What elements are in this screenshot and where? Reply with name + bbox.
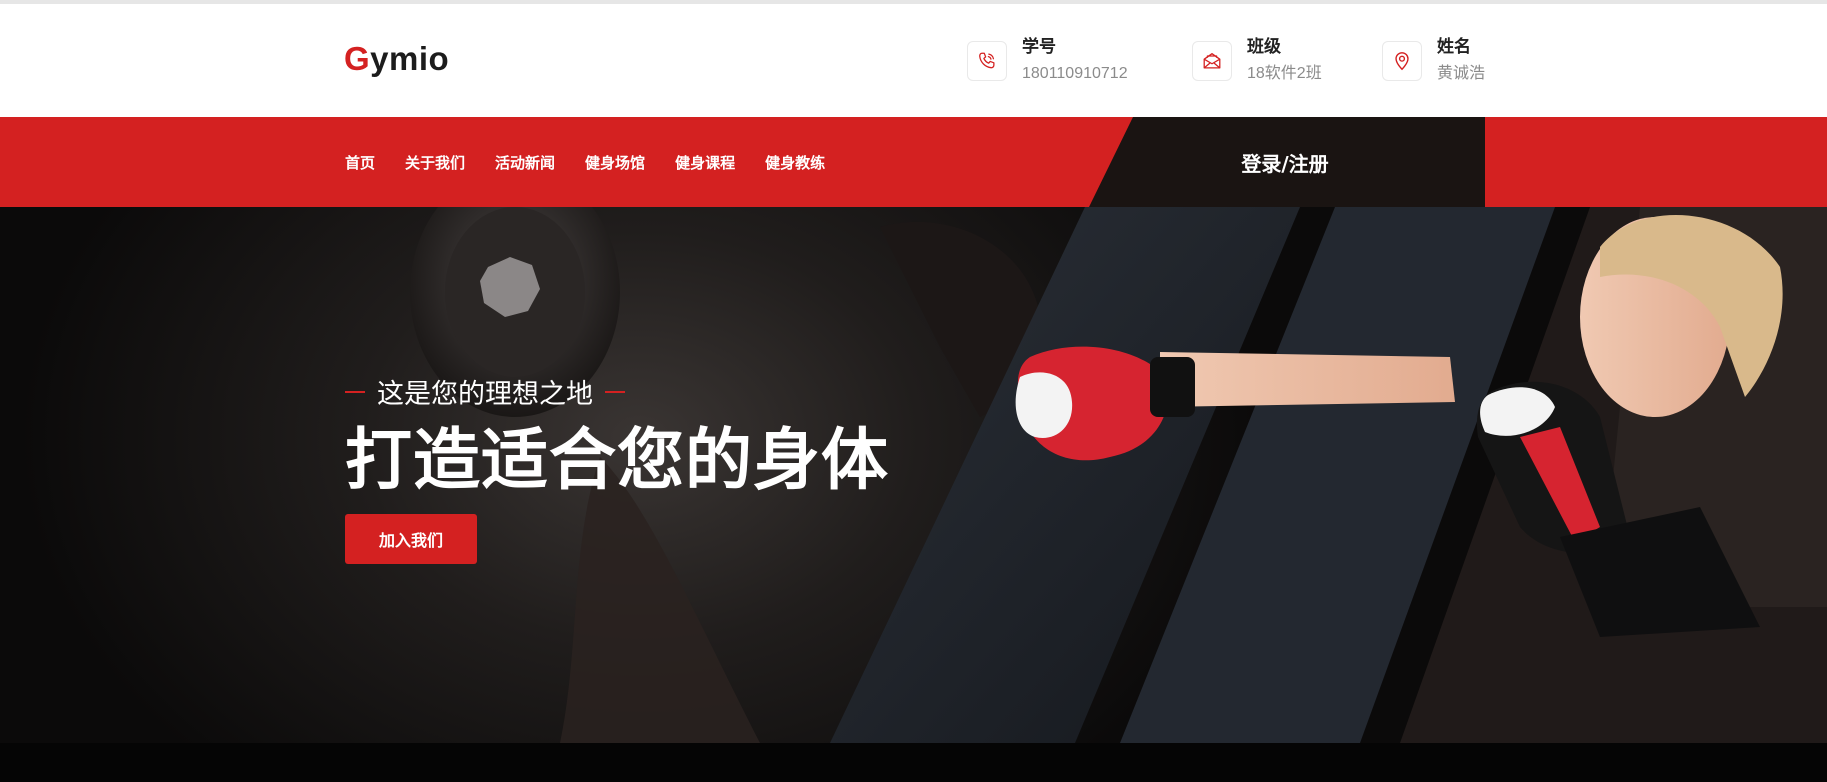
hero-image bbox=[410, 207, 1827, 743]
hero-banner: 这是您的理想之地 打造适合您的身体 加入我们 bbox=[0, 207, 1827, 743]
nav-item-news[interactable]: 活动新闻 bbox=[495, 152, 555, 173]
info-label: 学号 bbox=[1022, 37, 1056, 57]
join-us-button[interactable]: 加入我们 bbox=[345, 514, 477, 564]
subtitle-dash-right bbox=[605, 390, 625, 393]
next-section-strip bbox=[0, 743, 1827, 782]
nav-menu: 首页 关于我们 活动新闻 健身场馆 健身课程 健身教练 bbox=[345, 117, 855, 207]
nav-item-venues[interactable]: 健身场馆 bbox=[585, 152, 645, 173]
brand-logo[interactable]: Gymio bbox=[344, 40, 449, 78]
main-nav: 首页 关于我们 活动新闻 健身场馆 健身课程 健身教练 登录/注册 bbox=[0, 117, 1827, 207]
nav-item-about[interactable]: 关于我们 bbox=[405, 152, 465, 173]
hero-content: 这是您的理想之地 打造适合您的身体 加入我们 bbox=[345, 372, 889, 564]
login-register-button[interactable]: 登录/注册 bbox=[1180, 117, 1390, 207]
info-label: 姓名 bbox=[1437, 37, 1471, 57]
subtitle-dash-left bbox=[345, 390, 365, 393]
info-student-id: 学号 180110910712 bbox=[967, 36, 1128, 85]
info-value: 18软件2班 bbox=[1247, 65, 1322, 82]
info-name: 姓名 黄诚浩 bbox=[1382, 36, 1485, 85]
mail-icon bbox=[1192, 41, 1232, 81]
logo-letter: G bbox=[344, 40, 371, 77]
site-header: Gymio 学号 180110910712 班级 18软件2班 姓名 黄诚浩 bbox=[0, 4, 1827, 117]
hero-title: 打造适合您的身体 bbox=[345, 421, 889, 499]
info-value: 黄诚浩 bbox=[1437, 65, 1486, 82]
info-class: 班级 18软件2班 bbox=[1192, 36, 1322, 85]
nav-item-courses[interactable]: 健身课程 bbox=[675, 152, 735, 173]
location-pin-icon bbox=[1382, 41, 1422, 81]
hero-subtitle: 这是您的理想之地 bbox=[345, 372, 889, 411]
nav-item-trainers[interactable]: 健身教练 bbox=[765, 152, 825, 173]
nav-item-home[interactable]: 首页 bbox=[345, 152, 375, 173]
subtitle-text: 这是您的理想之地 bbox=[377, 379, 593, 410]
info-label: 班级 bbox=[1247, 37, 1281, 57]
info-value: 180110910712 bbox=[1022, 65, 1128, 82]
logo-text: ymio bbox=[370, 40, 450, 77]
phone-icon bbox=[967, 41, 1007, 81]
